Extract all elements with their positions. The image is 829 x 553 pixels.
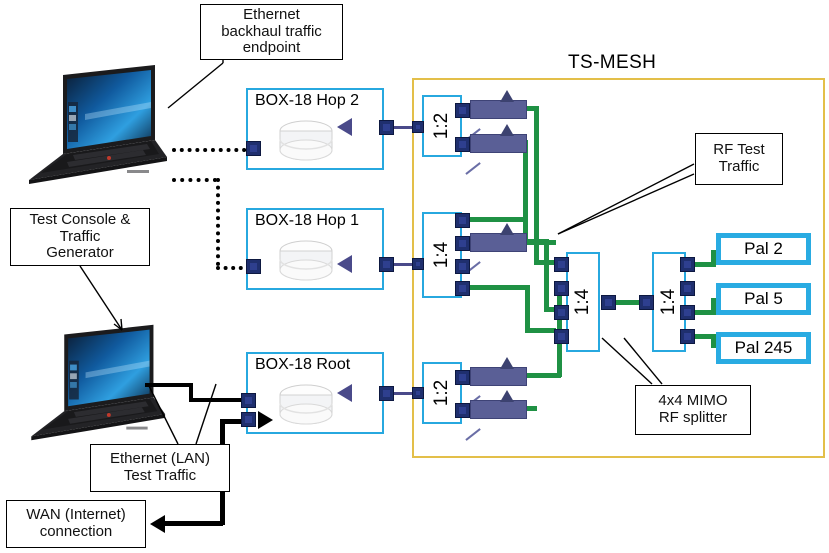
connector-hop2-eth[interactable] xyxy=(246,141,261,156)
connector-hop1-eth[interactable] xyxy=(246,259,261,274)
backhaul-dotted-branch xyxy=(172,178,217,182)
annotation-ethernet-backhaul: Ethernet backhaul traffic endpoint xyxy=(200,4,343,60)
leader-rf-test-traffic xyxy=(557,163,695,235)
rf-green-roota-h xyxy=(525,373,561,378)
annotation-rf-test-traffic: RF Test Traffic xyxy=(695,133,783,185)
rf-green-hop1p4-v xyxy=(525,285,530,332)
rf-green-hop1a-v xyxy=(544,239,549,311)
backhaul-dotted-hop2 xyxy=(172,148,254,152)
backhaul-dotted-vertical xyxy=(216,178,220,266)
splitter-hop1-port-3[interactable] xyxy=(455,259,470,274)
ts-mesh-title: TS-MESH xyxy=(568,52,657,73)
connector-splitter-hop2-in[interactable] xyxy=(412,121,424,133)
connector-hop1-rf-out[interactable] xyxy=(379,257,394,272)
endpoint-pal-245[interactable]: Pal 245 xyxy=(716,332,811,364)
splitter-combine-ratio: 1:4 xyxy=(572,288,593,316)
connector-splitter-root-in[interactable] xyxy=(412,387,424,399)
leader-ethernet-backhaul xyxy=(167,60,224,109)
antenna-icon xyxy=(499,390,514,402)
splitter-hop2-ratio: 1:2 xyxy=(431,112,452,140)
radio-module-hop1-a xyxy=(465,223,527,273)
connector-hop2-rf-out[interactable] xyxy=(379,120,394,135)
rf-green-hop1p4-h xyxy=(468,285,530,290)
wan-arrow-into-root xyxy=(258,411,273,429)
endpoint-pal-5[interactable]: Pal 5 xyxy=(716,283,811,315)
device-label-root: BOX-18 Root xyxy=(255,356,351,373)
splitter-fanout-port-2[interactable] xyxy=(680,281,695,296)
radio-module-hop2-b xyxy=(465,124,527,174)
annotation-wan-connection: WAN (Internet) connection xyxy=(6,500,146,548)
connector-root-lan[interactable] xyxy=(241,393,256,408)
splitter-fanout-port-1[interactable] xyxy=(680,257,695,272)
antenna-icon xyxy=(499,223,514,235)
splitter-combine-port-4[interactable] xyxy=(554,329,569,344)
rf-backhaul-arrow-hop2 xyxy=(337,118,352,136)
splitter-hop2-port-2[interactable] xyxy=(455,137,470,152)
splitter-hop2-port-1[interactable] xyxy=(455,103,470,118)
splitter-hop1-port-2[interactable] xyxy=(455,236,470,251)
rf-green-hop2b-v xyxy=(523,140,528,244)
splitter-combine-port-1[interactable] xyxy=(554,257,569,272)
connector-combine-out[interactable] xyxy=(601,295,616,310)
rf-green-hop1p1-h xyxy=(468,217,524,222)
splitter-combine[interactable]: 1:4 xyxy=(566,252,600,352)
rf-green-hop1p4-in xyxy=(525,328,556,333)
mesh-puck-hop1 xyxy=(279,240,333,281)
annotation-test-console: Test Console & Traffic Generator xyxy=(10,208,150,266)
radio-module-root-b xyxy=(465,390,527,440)
connector-splitter-hop1-in[interactable] xyxy=(412,258,424,270)
splitter-hop1-ratio: 1:4 xyxy=(431,241,452,269)
wan-wire-h2 xyxy=(163,521,223,526)
connector-root-rf-out[interactable] xyxy=(379,386,394,401)
splitter-hop1-port-1[interactable] xyxy=(455,213,470,228)
test-console-laptop xyxy=(31,324,166,441)
connector-root-wan[interactable] xyxy=(241,412,256,427)
antenna-icon xyxy=(499,357,514,369)
splitter-hop1-port-4[interactable] xyxy=(455,281,470,296)
leader-test-console xyxy=(79,265,123,331)
leader-ethernet-lan xyxy=(147,383,217,445)
splitter-combine-port-3[interactable] xyxy=(554,305,569,320)
rf-backhaul-arrow-root xyxy=(337,384,352,402)
splitter-combine-port-2[interactable] xyxy=(554,281,569,296)
mesh-puck-root xyxy=(279,384,333,425)
connector-fanout-in[interactable] xyxy=(639,295,654,310)
splitter-fanout-port-3[interactable] xyxy=(680,305,695,320)
antenna-icon xyxy=(499,90,514,102)
mesh-puck-hop2 xyxy=(279,120,333,161)
annotation-mimo-splitter: 4x4 MIMO RF splitter xyxy=(635,385,751,435)
splitter-root-ratio: 1:2 xyxy=(431,379,452,407)
splitter-root-port-1[interactable] xyxy=(455,370,470,385)
diagram-canvas: TS-MESH BOX-18 Hop 2 BOX-18 Hop 1 BOX-18… xyxy=(0,0,829,553)
antenna-icon xyxy=(499,124,514,136)
splitter-fanout-ratio: 1:4 xyxy=(658,288,679,316)
radio-module-root-a xyxy=(465,357,527,407)
device-label-hop1: BOX-18 Hop 1 xyxy=(255,212,360,229)
endpoint-pal-2[interactable]: Pal 2 xyxy=(716,233,811,265)
rf-backhaul-arrow-hop1 xyxy=(337,255,352,273)
splitter-root-port-2[interactable] xyxy=(455,403,470,418)
leader-mimo-splitter xyxy=(601,337,663,385)
radio-module-hop2-a xyxy=(465,90,527,140)
wan-arrow-head xyxy=(150,515,165,533)
annotation-ethernet-lan: Ethernet (LAN) Test Traffic xyxy=(90,444,230,492)
backhaul-endpoint-laptop xyxy=(29,65,167,184)
